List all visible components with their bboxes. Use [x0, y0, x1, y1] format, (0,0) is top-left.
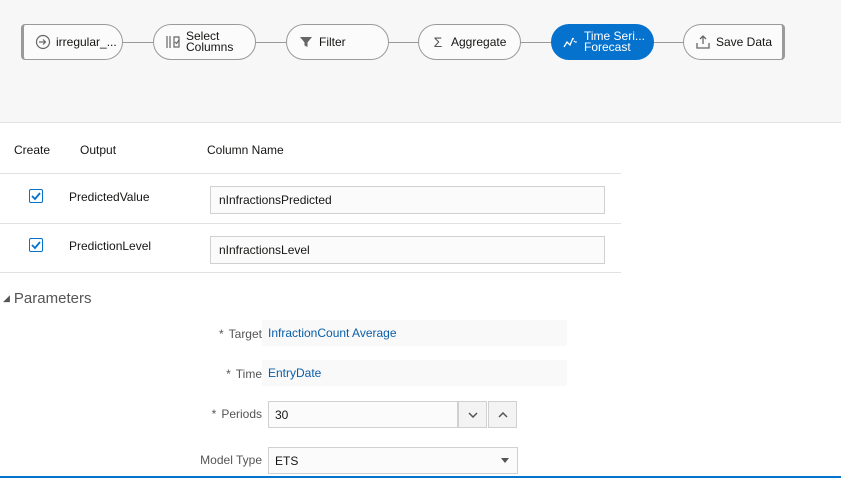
node-label-line2: Columns: [186, 40, 234, 54]
connector: [653, 42, 685, 43]
periods-label: * Periods: [0, 407, 262, 421]
filter-icon: [297, 33, 315, 51]
parameters-section-toggle[interactable]: ◢ Parameters: [3, 290, 91, 307]
connector: [122, 42, 154, 43]
header-column-name: Column Name: [207, 143, 284, 157]
select-columns-icon: [164, 33, 182, 51]
column-name-input[interactable]: nInfractionsPredicted: [210, 186, 605, 214]
divider: [0, 272, 621, 273]
divider: [0, 223, 621, 224]
save-data-icon: [694, 33, 712, 51]
pipeline-node-filter[interactable]: Filter: [286, 24, 389, 60]
pipeline-node-source[interactable]: irregular_...: [21, 24, 123, 60]
chevron-up-icon: [497, 411, 508, 418]
dropdown-arrow-icon: [501, 458, 509, 463]
connector: [388, 42, 420, 43]
section-title: Parameters: [13, 290, 92, 307]
label-text: Time: [235, 367, 262, 381]
node-label: irregular_...: [56, 34, 117, 49]
target-label: * Target: [0, 327, 262, 341]
chevron-down-icon: [467, 411, 478, 418]
pipeline-node-select-columns[interactable]: Select Columns: [153, 24, 256, 60]
node-label: Time Seri... Forecast: [584, 30, 645, 54]
checkmark-icon: [31, 192, 41, 201]
required-marker: *: [226, 367, 231, 381]
divider: [0, 173, 621, 174]
header-output: Output: [80, 143, 117, 157]
header-create: Create: [14, 143, 51, 157]
connector: [520, 42, 552, 43]
node-label: Filter: [319, 34, 346, 49]
node-label: Aggregate: [451, 34, 507, 49]
pipeline-node-aggregate[interactable]: Σ Aggregate: [418, 24, 521, 60]
increment-button[interactable]: [488, 401, 517, 428]
collapse-triangle-icon: ◢: [3, 293, 10, 303]
label-text: Target: [228, 327, 262, 341]
periods-input[interactable]: 30: [268, 401, 458, 428]
time-label: * Time: [0, 367, 262, 381]
connector: [255, 42, 287, 43]
dataset-source-icon: [34, 33, 52, 51]
focus-line: [0, 476, 841, 478]
model-type-label: Model Type: [200, 453, 262, 467]
node-label: Save Data: [716, 34, 773, 49]
checkmark-icon: [31, 241, 41, 250]
forecast-icon: [562, 33, 580, 51]
model-type-select[interactable]: ETS: [268, 447, 518, 474]
pipeline-node-time-series-forecast[interactable]: Time Seri... Forecast: [551, 24, 654, 60]
output-label: PredictionLevel: [69, 239, 152, 253]
target-value[interactable]: InfractionCount Average: [262, 320, 567, 346]
node-label-line2: Forecast: [584, 40, 631, 54]
decrement-button[interactable]: [458, 401, 487, 428]
required-marker: *: [211, 407, 217, 421]
create-checkbox-prediction-level[interactable]: [29, 238, 43, 252]
create-checkbox-predicted-value[interactable]: [29, 189, 43, 203]
output-label: PredictedValue: [69, 190, 150, 204]
time-value[interactable]: EntryDate: [262, 360, 567, 386]
required-marker: *: [218, 327, 224, 341]
pipeline-canvas: irregular_... Select Columns Filter Σ Ag…: [0, 0, 841, 123]
column-name-input[interactable]: nInfractionsLevel: [210, 236, 605, 264]
sigma-icon: Σ: [433, 34, 443, 50]
label-text: Periods: [221, 407, 262, 421]
pipeline-node-save-data[interactable]: Save Data: [683, 24, 785, 60]
selected-value: ETS: [275, 453, 299, 468]
node-label: Select Columns: [186, 30, 234, 54]
